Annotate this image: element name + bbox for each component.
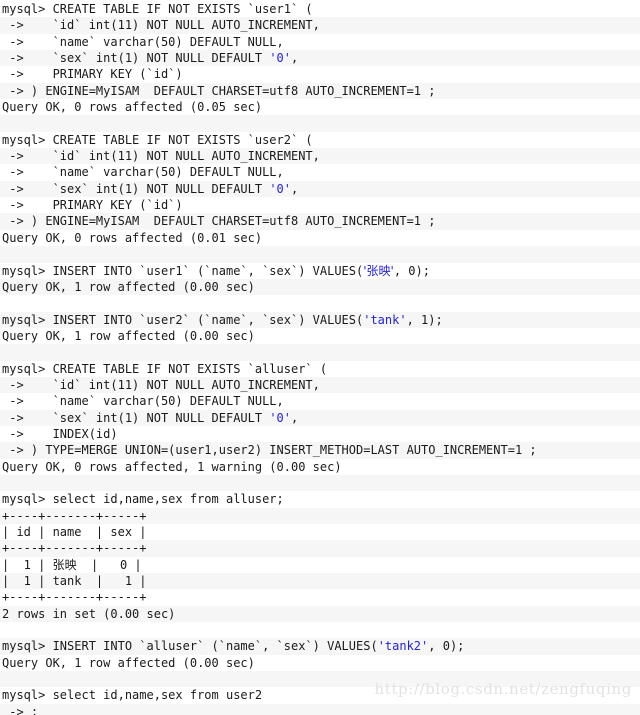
terminal-line: -> INDEX(id)	[2, 426, 118, 441]
result-cell-cjk: 张映	[52, 557, 77, 572]
terminal-line: | 1 | 张映 | 0 |	[2, 557, 142, 572]
terminal-line: -> `id` int(11) NOT NULL AUTO_INCREMENT,	[0, 376, 640, 394]
terminal-line: Query OK, 0 rows affected, 1 warning (0.…	[2, 459, 342, 474]
terminal-line: mysql> CREATE TABLE IF NOT EXISTS `user1…	[2, 2, 313, 16]
terminal-line: mysql> INSERT INTO `alluser` (`name`, `s…	[0, 638, 640, 655]
terminal-line	[0, 246, 640, 263]
sql-string-literal: 'tank'	[363, 312, 407, 327]
terminal-line: -> ) ENGINE=MyISAM DEFAULT CHARSET=utf8 …	[0, 213, 640, 230]
terminal-line: Query OK, 1 row affected (0.00 sec)	[0, 278, 640, 296]
terminal-line: mysql> CREATE TABLE IF NOT EXISTS `allus…	[2, 361, 328, 376]
terminal-line: mysql> select id,name,sex from alluser;	[2, 492, 284, 507]
sql-string-literal: '0'	[269, 51, 291, 66]
terminal-line: -> `id` int(11) NOT NULL AUTO_INCREMENT,	[0, 17, 640, 34]
terminal-line: mysql> CREATE TABLE IF NOT EXISTS `user2…	[2, 132, 313, 147]
terminal-line	[0, 474, 640, 492]
sql-string-literal: '0'	[269, 410, 291, 425]
terminal-line: +----+-------+-----+	[0, 540, 640, 557]
terminal-line: +----+-------+-----+	[2, 590, 147, 605]
terminal-line: mysql> INSERT INTO `user2` (`name`, `sex…	[0, 311, 640, 328]
sql-string-literal-cjk: '张映'	[363, 263, 394, 278]
mysql-terminal-window[interactable]: mysql> CREATE TABLE IF NOT EXISTS `user1…	[0, 0, 640, 715]
terminal-line: Query OK, 1 row affected (0.00 sec)	[2, 328, 255, 343]
terminal-line	[0, 344, 640, 361]
terminal-line: -> `sex` int(1) NOT NULL DEFAULT '0',	[0, 409, 640, 426]
terminal-line: | id | name | sex |	[2, 525, 147, 539]
terminal-line: -> PRIMARY KEY (`id`)	[2, 198, 183, 213]
sql-string-literal: 'tank2'	[377, 639, 429, 654]
terminal-line: 2 rows in set (0.00 sec)	[0, 605, 640, 623]
terminal-line: -> ;	[0, 703, 640, 715]
terminal-line: -> `sex` int(1) NOT NULL DEFAULT '0',	[0, 180, 640, 198]
terminal-line: | 1 | tank | 1 |	[0, 573, 640, 590]
terminal-line: mysql> INSERT INTO `user1` (`name`, `sex…	[2, 263, 430, 278]
terminal-line: -> ) ENGINE=MyISAM DEFAULT CHARSET=utf8 …	[0, 82, 640, 100]
terminal-line: mysql> select id,name,sex from user2	[2, 688, 263, 703]
terminal-line: +----+-------+-----+	[0, 507, 640, 524]
terminal-line: Query OK, 1 row affected (0.00 sec)	[2, 655, 255, 670]
terminal-line: -> `id` int(11) NOT NULL AUTO_INCREMENT,	[0, 148, 640, 165]
terminal-line	[0, 115, 640, 132]
terminal-line: Query OK, 0 rows affected (0.05 sec)	[2, 100, 263, 115]
terminal-line: -> `sex` int(1) NOT NULL DEFAULT '0',	[0, 50, 640, 67]
terminal-line: -> `name` varchar(50) DEFAULT NULL,	[2, 165, 284, 180]
terminal-line: -> ) TYPE=MERGE UNION=(user1,user2) INSE…	[0, 442, 640, 459]
terminal-line: Query OK, 0 rows affected (0.01 sec)	[2, 230, 263, 245]
terminal-line: -> PRIMARY KEY (`id`)	[2, 67, 183, 82]
sql-string-literal: '0'	[269, 181, 291, 196]
terminal-line: -> `name` varchar(50) DEFAULT NULL,	[2, 394, 284, 409]
terminal-line	[0, 671, 640, 688]
terminal-line: -> `name` varchar(50) DEFAULT NULL,	[2, 34, 284, 49]
terminal-output-lines: mysql> CREATE TABLE IF NOT EXISTS `user1…	[0, 1, 640, 715]
